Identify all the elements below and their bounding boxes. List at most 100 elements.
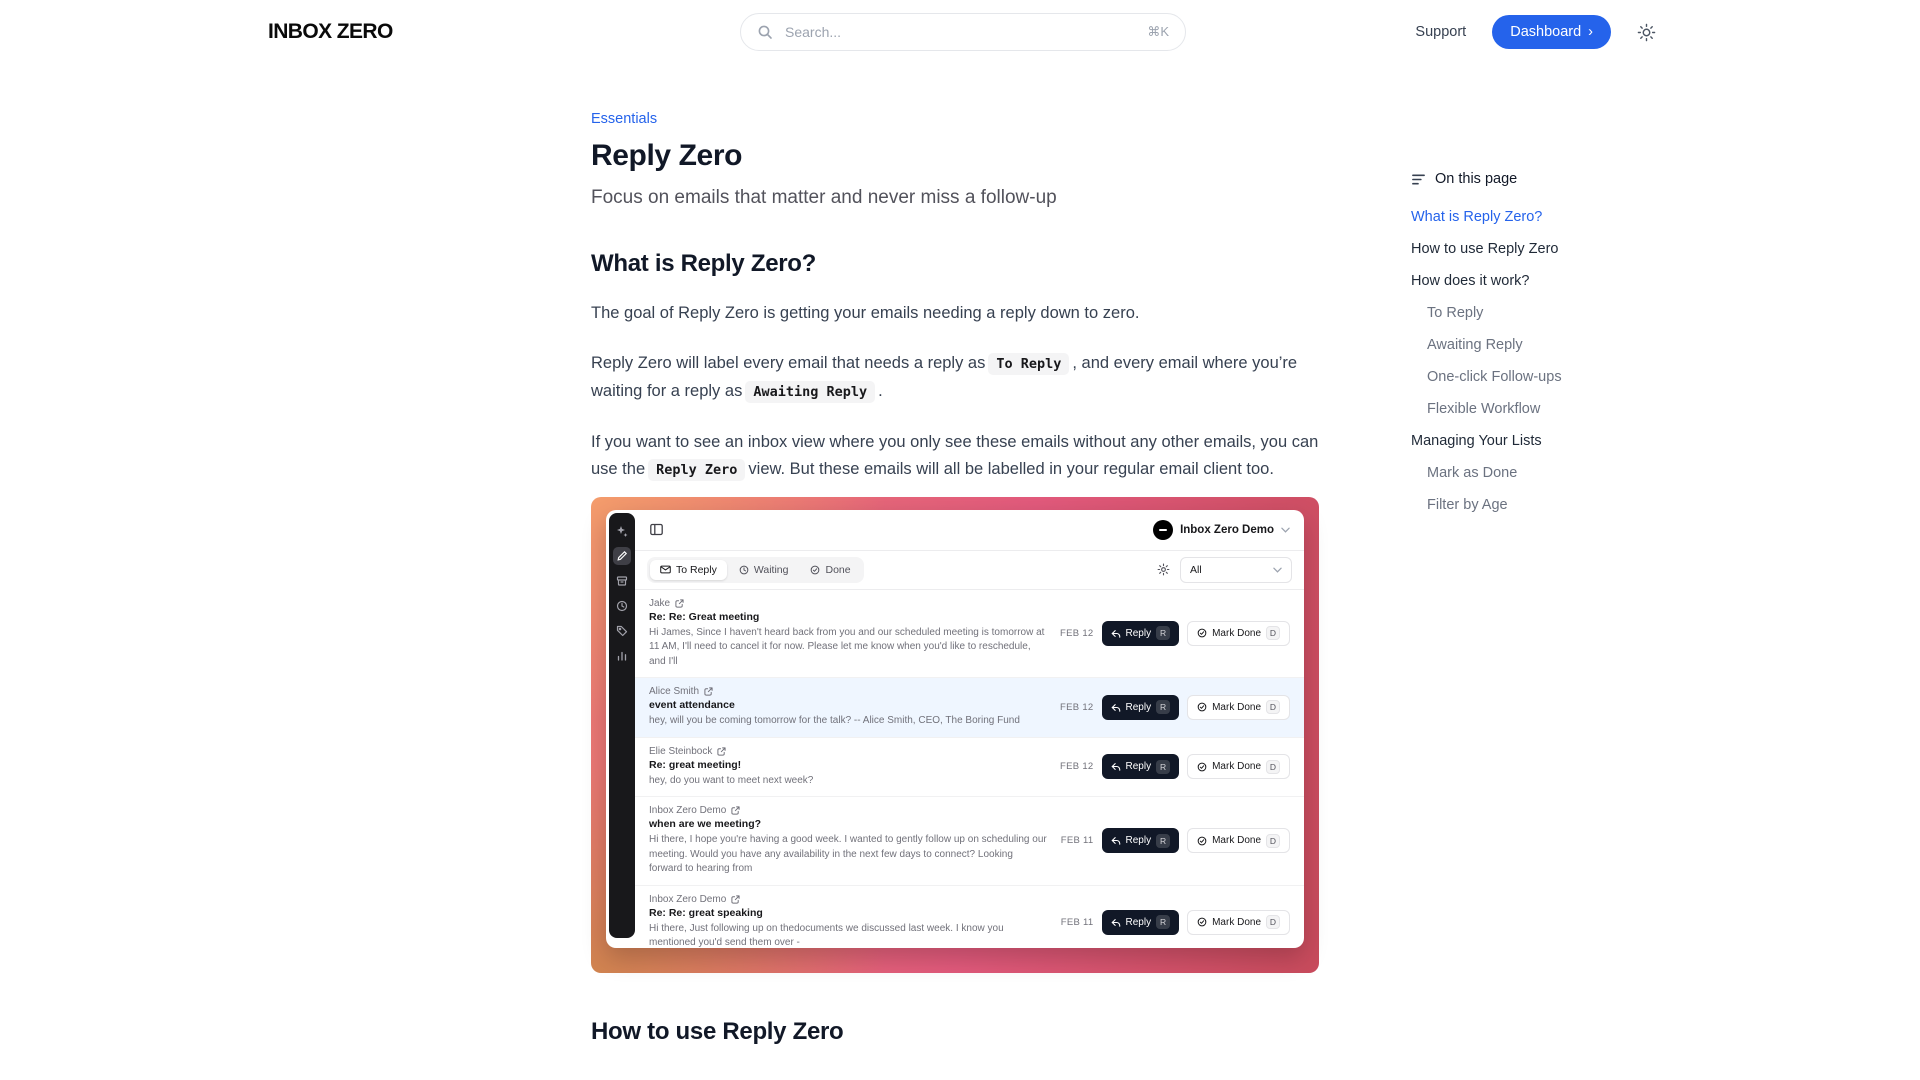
mark-done-button: Mark Done D <box>1187 910 1290 935</box>
external-link-icon <box>704 687 713 696</box>
email-date: FEB 12 <box>1060 761 1093 772</box>
mark-done-button-label: Mark Done <box>1212 761 1261 772</box>
toc-item-to-reply[interactable]: To Reply <box>1411 305 1631 322</box>
panel-left-icon <box>649 522 664 537</box>
toc-item-filter-by-age[interactable]: Filter by Age <box>1411 497 1631 514</box>
demo-tab-label: To Reply <box>676 564 717 576</box>
on-this-page-nav: On this page What is Reply Zero? How to … <box>1411 171 1631 529</box>
paragraph-3: If you want to see an inbox view where y… <box>591 429 1319 485</box>
article: Essentials Reply Zero Focus on emails th… <box>591 64 1319 1046</box>
email-row: Jake Re: Re: Great meeting Hi James, Sin… <box>635 590 1304 679</box>
reply-arrow-icon <box>1111 918 1121 927</box>
search-shortcut: ⌘K <box>1147 24 1169 40</box>
logo[interactable]: INBOX ZERO <box>268 20 393 44</box>
tag-icon <box>613 622 631 640</box>
theme-toggle-button[interactable] <box>1637 23 1656 42</box>
done-kbd-badge: D <box>1266 760 1280 774</box>
demo-app-sidebar <box>609 513 635 938</box>
email-date: FEB 11 <box>1061 835 1094 846</box>
external-link-icon <box>731 806 740 815</box>
email-content: Alice Smith event attendance hey, will y… <box>649 686 1048 729</box>
support-link[interactable]: Support <box>1415 24 1466 40</box>
paragraph-2: Reply Zero will label every email that n… <box>591 350 1319 407</box>
mark-done-button: Mark Done D <box>1187 828 1290 853</box>
toc-item-one-click-follow-ups[interactable]: One-click Follow-ups <box>1411 369 1631 386</box>
dashboard-button-label: Dashboard <box>1510 24 1581 40</box>
email-actions: FEB 11 Reply R Mark Done D <box>1061 910 1290 935</box>
page-title: Reply Zero <box>591 138 1319 174</box>
toc-item-how-to-use[interactable]: How to use Reply Zero <box>1411 241 1631 258</box>
reply-kbd-badge: R <box>1156 915 1170 929</box>
toc-item-flexible-workflow[interactable]: Flexible Workflow <box>1411 401 1631 418</box>
toc-item-what-is-reply-zero[interactable]: What is Reply Zero? <box>1411 209 1631 226</box>
email-subject: Re: great meeting! <box>649 759 1048 772</box>
demo-email-list: Jake Re: Re: Great meeting Hi James, Sin… <box>635 590 1304 948</box>
email-date: FEB 12 <box>1060 628 1093 639</box>
search-input[interactable] <box>783 23 1137 41</box>
envelope-icon <box>660 565 671 574</box>
toc-item-how-does-it-work[interactable]: How does it work? <box>1411 273 1631 290</box>
toc-item-managing-your-lists[interactable]: Managing Your Lists <box>1411 433 1631 450</box>
dashboard-button[interactable]: Dashboard › <box>1492 15 1611 49</box>
email-sender: Inbox Zero Demo <box>649 894 726 905</box>
done-kbd-badge: D <box>1266 834 1280 848</box>
search-bar[interactable]: ⌘K <box>740 13 1186 51</box>
email-actions: FEB 12 Reply R Mark Done D <box>1060 754 1290 779</box>
demo-tabrow: To Reply Waiting <box>635 551 1304 589</box>
done-kbd-badge: D <box>1266 700 1280 714</box>
mark-done-button-label: Mark Done <box>1212 917 1261 928</box>
mark-done-button-label: Mark Done <box>1212 835 1261 846</box>
site-header: INBOX ZERO ⌘K Support Dashboard › <box>0 0 1920 64</box>
email-row: Inbox Zero Demo Re: Re: great speaking H… <box>635 886 1304 948</box>
inline-code-reply-zero: Reply Zero <box>648 459 745 481</box>
toc-heading-label: On this page <box>1435 171 1517 187</box>
email-actions: FEB 12 Reply R Mark Done D <box>1060 695 1290 720</box>
paragraph-2-text: Reply Zero will label every email that n… <box>591 354 985 372</box>
reply-arrow-icon <box>1111 629 1121 638</box>
toc-item-mark-as-done[interactable]: Mark as Done <box>1411 465 1631 482</box>
email-content: Jake Re: Re: Great meeting Hi James, Sin… <box>649 598 1048 670</box>
toc-item-awaiting-reply[interactable]: Awaiting Reply <box>1411 337 1631 354</box>
toc-list: What is Reply Zero? How to use Reply Zer… <box>1411 209 1631 514</box>
demo-app-window: Inbox Zero Demo <box>606 510 1304 948</box>
section-heading-how-to-use: How to use Reply Zero <box>591 1017 1319 1046</box>
chevron-down-icon <box>1273 567 1282 573</box>
email-date: FEB 12 <box>1060 702 1093 713</box>
email-preview: Hi James, Since I haven't heard back fro… <box>649 626 1048 670</box>
email-preview: Hi there, Just following up on thedocume… <box>649 922 1049 948</box>
breadcrumb[interactable]: Essentials <box>591 111 657 127</box>
chart-icon <box>613 647 631 665</box>
gear-icon <box>1157 563 1170 576</box>
demo-tab-label: Done <box>825 564 850 576</box>
demo-account-menu: Inbox Zero Demo <box>1153 520 1290 540</box>
external-link-icon <box>675 599 684 608</box>
check-circle-icon <box>1197 917 1207 927</box>
email-sender: Inbox Zero Demo <box>649 805 726 816</box>
reply-button: Reply R <box>1102 621 1180 646</box>
reply-kbd-badge: R <box>1156 760 1170 774</box>
email-preview: hey, will you be coming tomorrow for the… <box>649 714 1048 729</box>
email-content: Elie Steinbock Re: great meeting! hey, d… <box>649 746 1048 789</box>
demo-account-avatar <box>1153 520 1173 540</box>
check-circle-icon <box>1197 702 1207 712</box>
inline-code-to-reply: To Reply <box>988 353 1069 375</box>
reply-button: Reply R <box>1102 754 1180 779</box>
paragraph-1: The goal of Reply Zero is getting your e… <box>591 300 1319 328</box>
email-subject: Re: Re: great speaking <box>649 907 1049 920</box>
reply-button: Reply R <box>1102 910 1180 935</box>
check-circle-icon <box>810 565 820 575</box>
external-link-icon <box>731 895 740 904</box>
header-actions: Support Dashboard › <box>1415 15 1656 49</box>
paragraph-2-text: . <box>878 382 883 400</box>
main-area: Essentials Reply Zero Focus on emails th… <box>0 64 1920 1046</box>
reply-button: Reply R <box>1102 828 1180 853</box>
demo-tab-waiting: Waiting <box>729 560 799 580</box>
reply-arrow-icon <box>1111 762 1121 771</box>
compose-icon <box>613 547 631 565</box>
mark-done-button-label: Mark Done <box>1212 702 1261 713</box>
email-preview: Hi there, I hope you're having a good we… <box>649 833 1049 877</box>
reply-button-label: Reply <box>1126 761 1152 772</box>
reply-button-label: Reply <box>1126 917 1152 928</box>
demo-topbar: Inbox Zero Demo <box>635 510 1304 550</box>
email-preview: hey, do you want to meet next week? <box>649 774 1048 789</box>
